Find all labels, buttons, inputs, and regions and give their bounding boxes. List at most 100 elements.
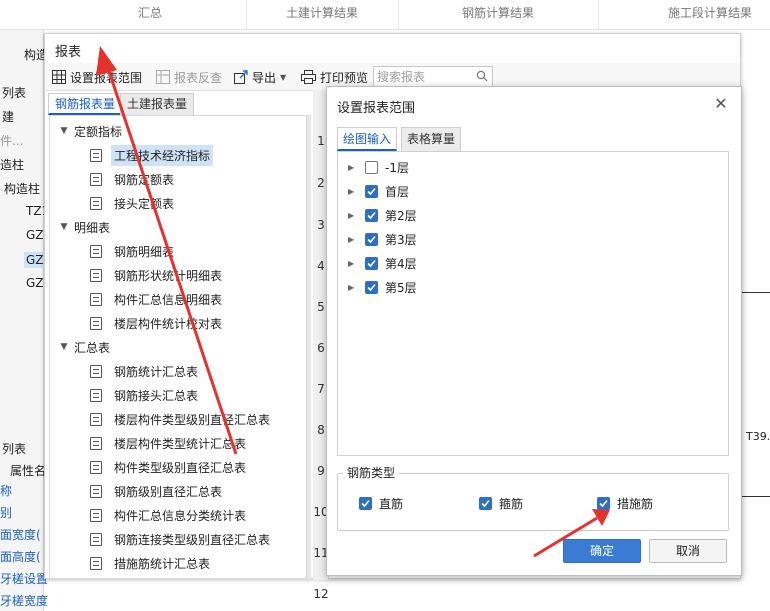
- tree-group-label: 定额指标: [74, 124, 123, 139]
- tab-rebar-report[interactable]: 钢筋报表量: [48, 93, 123, 115]
- report-document-icon: [90, 508, 102, 522]
- floor-row[interactable]: ▶ 第3层: [348, 228, 417, 250]
- chevron-right-icon[interactable]: ▶: [348, 259, 358, 268]
- tree-item[interactable]: 措施筋统计汇总表: [50, 551, 306, 575]
- tree-item[interactable]: 钢筋接头汇总表: [50, 383, 306, 407]
- tree-item-label: 构件类型级别直径汇总表: [114, 460, 247, 475]
- grid-settings-icon: [51, 70, 66, 85]
- bg-label: 列表: [2, 442, 27, 456]
- bg-label: 面宽度(: [0, 528, 41, 542]
- report-reverse-button[interactable]: 报表反查: [155, 68, 222, 86]
- chevron-down-icon[interactable]: ▼: [58, 342, 70, 352]
- export-button[interactable]: 导出 ▼: [233, 68, 286, 86]
- chevron-right-icon[interactable]: ▶: [348, 211, 358, 220]
- tree-item[interactable]: 钢筋定额表: [50, 167, 306, 191]
- tree-item-label: 构件汇总信息分类统计表: [114, 508, 247, 523]
- tree-item[interactable]: 钢筋形状统计明细表: [50, 263, 306, 287]
- chevron-down-icon[interactable]: ▼: [58, 222, 70, 232]
- tree-item[interactable]: 工程技术经济指标: [50, 143, 306, 167]
- checkbox-checked-icon[interactable]: [365, 256, 378, 270]
- checkbox-checked-icon[interactable]: [365, 184, 378, 198]
- set-report-range-button[interactable]: 设置报表范围: [51, 68, 142, 86]
- tree-group[interactable]: ▼ 定额指标: [50, 119, 306, 143]
- tree-item[interactable]: 构件汇总信息明细表: [50, 287, 306, 311]
- tree-item[interactable]: 楼层构件类型统计汇总表: [50, 431, 306, 455]
- tree-item[interactable]: 构件类型级别直径汇总表: [50, 455, 306, 479]
- set-report-range-label: 设置报表范围: [70, 70, 143, 85]
- tree-item-label: 钢筋级别直径汇总表: [114, 484, 223, 499]
- tree-item-label: 接头定额表: [114, 196, 175, 211]
- checkbox-checked-icon[interactable]: [479, 497, 492, 510]
- tree-item-label: 钢筋接头汇总表: [114, 388, 199, 403]
- floor-row[interactable]: ▶ 第5层: [348, 276, 417, 298]
- checkbox-checked-icon[interactable]: [365, 280, 378, 294]
- report-search-box[interactable]: [373, 66, 493, 87]
- ok-button[interactable]: 确定: [563, 539, 641, 563]
- tab-table-quantity[interactable]: 表格算量: [401, 127, 462, 151]
- floor-row[interactable]: ▶ 第4层: [348, 252, 417, 274]
- bg-label: 牙槎设置: [0, 572, 49, 586]
- rebar-type-stirrup[interactable]: 箍筋: [479, 495, 523, 512]
- print-preview-button[interactable]: 打印预览: [301, 68, 368, 86]
- bg-line: [742, 292, 770, 293]
- tree-item-label: 钢筋统计汇总表: [114, 364, 199, 379]
- report-document-icon: [90, 388, 102, 402]
- report-document-icon: [90, 460, 102, 474]
- floor-row[interactable]: ▶ 首层: [348, 180, 409, 202]
- bg-label: 别: [0, 506, 13, 520]
- print-preview-label: 打印预览: [320, 70, 369, 85]
- checkbox-checked-icon[interactable]: [365, 232, 378, 246]
- report-document-icon: [90, 244, 102, 258]
- tree-item-label: 楼层构件统计校对表: [114, 316, 223, 331]
- tree-scrollbar[interactable]: [307, 115, 311, 579]
- report-search-input[interactable]: [377, 68, 473, 85]
- bg-header-segment: 施工段计算结果: [668, 6, 753, 20]
- chevron-right-icon[interactable]: ▶: [348, 187, 358, 196]
- chevron-right-icon[interactable]: ▶: [348, 283, 358, 292]
- chevron-down-icon[interactable]: ▼: [58, 126, 70, 136]
- close-icon[interactable]: ✕: [712, 95, 730, 113]
- bg-divider: [398, 0, 399, 30]
- floor-row[interactable]: ▶ -1层: [348, 156, 409, 178]
- tree-item[interactable]: 构件汇总信息分类统计表: [50, 503, 306, 527]
- tree-item[interactable]: 楼层构件统计校对表: [50, 311, 306, 335]
- tree-group[interactable]: ▼ 汇总表: [50, 335, 306, 359]
- checkbox-checked-icon[interactable]: [365, 208, 378, 222]
- tree-item-label: 钢筋连接类型级别直径汇总表: [114, 532, 271, 547]
- chevron-right-icon[interactable]: ▶: [348, 163, 358, 172]
- floor-row[interactable]: ▶ 第2层: [348, 204, 417, 226]
- checkbox-checked-icon[interactable]: [597, 497, 610, 510]
- chevron-down-icon: ▼: [280, 72, 287, 82]
- tree-item[interactable]: 接头定额表: [50, 191, 306, 215]
- search-icon[interactable]: [476, 70, 488, 85]
- checkbox-checked-icon[interactable]: [359, 497, 372, 510]
- tree-item[interactable]: 钢筋明细表: [50, 239, 306, 263]
- checkbox-unchecked-icon[interactable]: [365, 160, 378, 174]
- tree-item-label: 钢筋形状统计明细表: [114, 268, 223, 283]
- tab-drawing-input[interactable]: 绘图输入: [337, 127, 398, 151]
- chevron-right-icon[interactable]: ▶: [348, 235, 358, 244]
- tree-item-label: 楼层构件类型统计汇总表: [114, 436, 247, 451]
- tree-group[interactable]: ▼ 明细表: [50, 215, 306, 239]
- printer-icon: [301, 70, 316, 85]
- tree-item[interactable]: 钢筋级别直径汇总表: [50, 479, 306, 503]
- tree-item-label: 楼层构件类型级别直径汇总表: [114, 412, 271, 427]
- tree-item[interactable]: 植筋楼层构件类型级别直径汇总表: [50, 575, 306, 578]
- tree-item[interactable]: 楼层构件类型级别直径汇总表: [50, 407, 306, 431]
- bg-label: GZ: [24, 252, 46, 268]
- report-document-icon: [90, 172, 102, 186]
- tree-item[interactable]: 钢筋连接类型级别直径汇总表: [50, 527, 306, 551]
- rebar-type-straight[interactable]: 直筋: [359, 495, 403, 512]
- tree-item-label: 构件汇总信息明细表: [114, 292, 223, 307]
- export-label: 导出: [252, 70, 277, 85]
- tree-item-label: 钢筋明细表: [114, 244, 175, 259]
- report-document-icon: [90, 316, 102, 330]
- tree-item-label: 钢筋定额表: [114, 172, 175, 187]
- tab-civil-report[interactable]: 土建报表量: [120, 93, 195, 115]
- tree-item[interactable]: 钢筋统计汇总表: [50, 359, 306, 383]
- bg-label: 构造柱: [4, 182, 41, 196]
- cancel-button[interactable]: 取消: [649, 539, 727, 563]
- background-header-row: 汇总 土建计算结果 钢筋计算结果 施工段计算结果: [0, 0, 770, 30]
- rebar-type-measure[interactable]: 措施筋: [597, 495, 653, 512]
- report-document-icon: [90, 148, 102, 162]
